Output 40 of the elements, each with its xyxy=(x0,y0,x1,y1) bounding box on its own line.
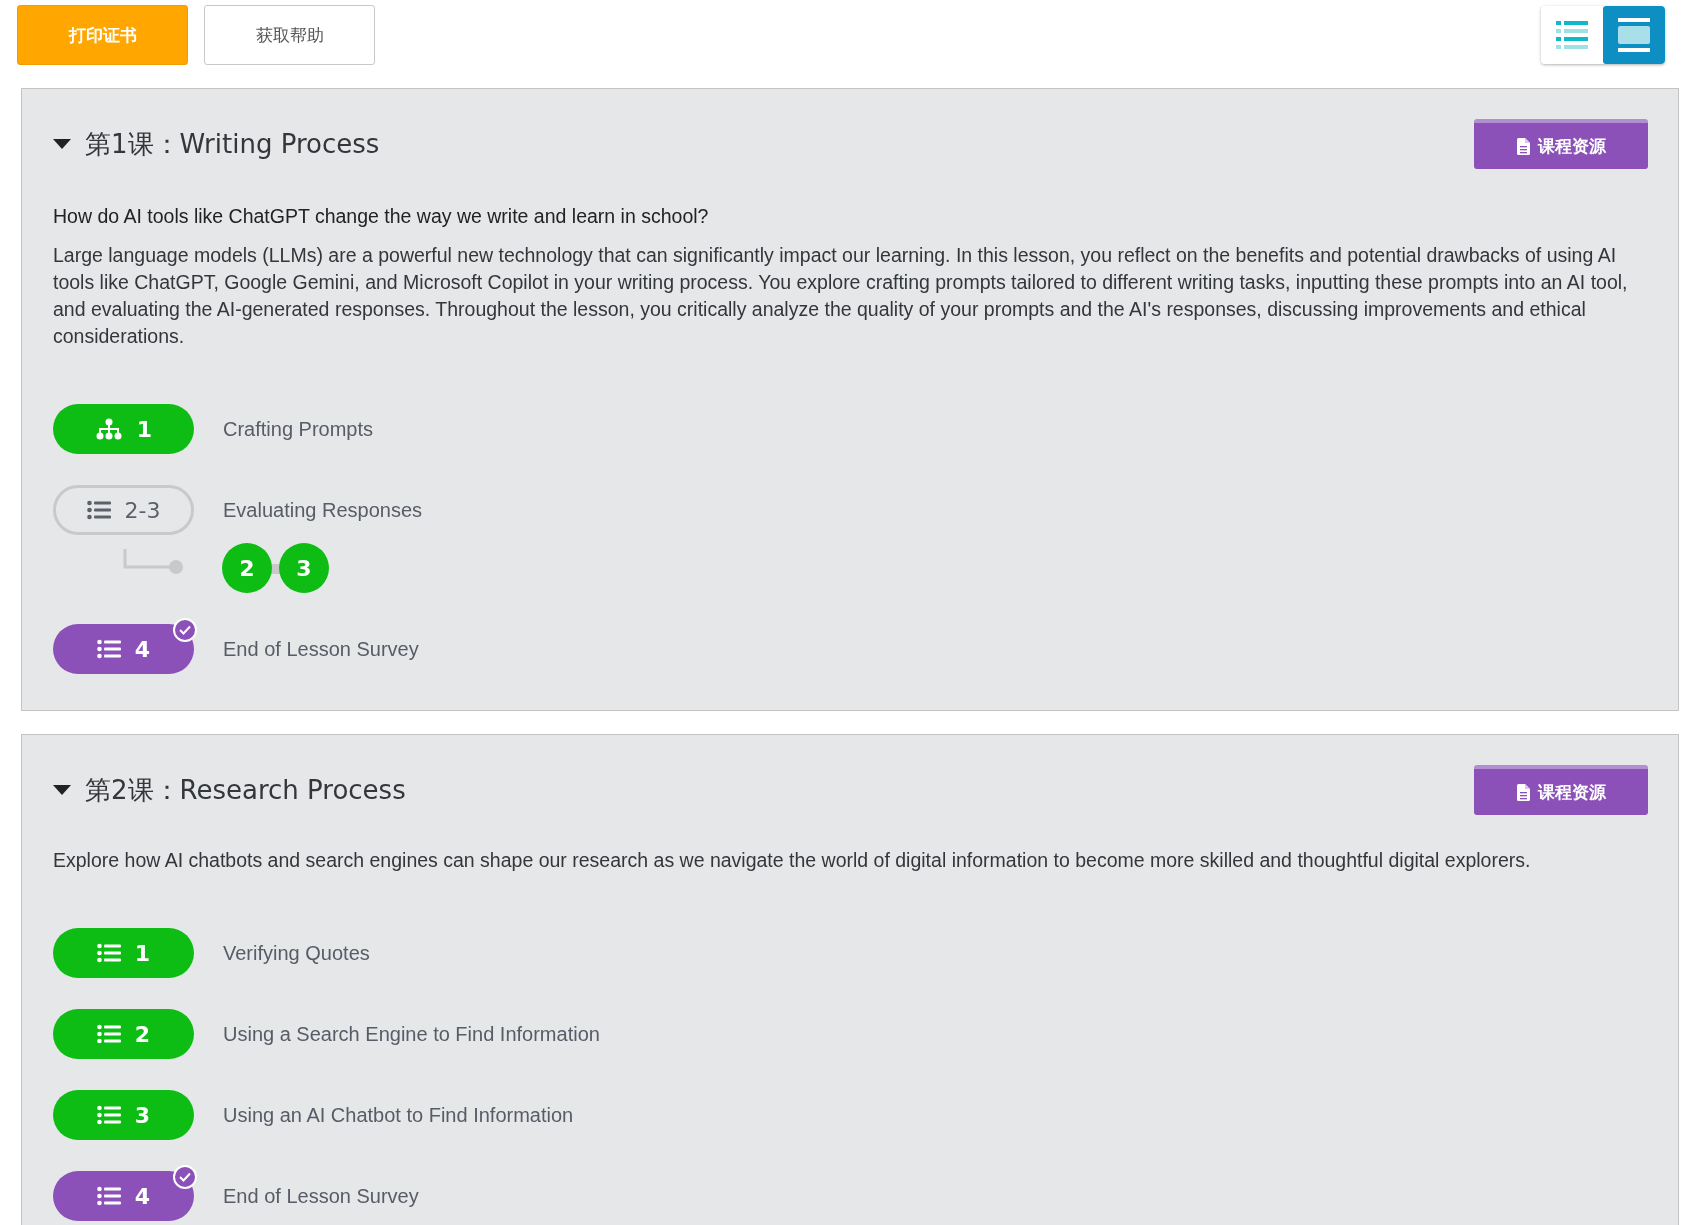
collapse-icon[interactable] xyxy=(53,784,71,796)
document-icon xyxy=(1516,137,1530,155)
connector-line xyxy=(123,549,183,575)
activity-button[interactable]: 4 xyxy=(53,1171,194,1221)
collapse-icon[interactable] xyxy=(53,138,71,150)
activity-button[interactable]: 2 xyxy=(53,1009,194,1059)
print-certificate-button[interactable]: 打印证书 xyxy=(17,5,188,65)
activity-step-button[interactable]: 3 xyxy=(279,543,329,593)
activity-title: End of Lesson Survey xyxy=(223,637,419,661)
lesson-question: How do AI tools like ChatGPT change the way we write and learn in school? xyxy=(53,205,710,228)
lesson-description: Explore how AI chatbots and search engines can shape our research as we navigate the world of digital information to become more skilled and thoughtful digital explorers. xyxy=(53,848,1532,873)
lesson-description: Large language models (LLMs) are a powerful new technology that can significantly impact our learning. In this lesson, you reflect on the benefits and potential drawbacks of using AI tools like ChatGPT, Google Gemini, and Microsoft Copilot in your writing process. You explore crafting prompts tailored to different writing tasks, inputting these prompts into an AI tool, and evaluating the AI-generated responses. Throughout the lesson, you critically analyze the quality of your prompts and the AI's responses, discussing improvements and ethical considerations. xyxy=(53,243,1629,349)
activity-step-button[interactable]: 2 xyxy=(222,543,272,593)
activity-title: End of Lesson Survey xyxy=(223,1184,419,1208)
activity-title: Using an AI Chatbot to Find Information xyxy=(223,1103,574,1127)
activity-button[interactable]: 4 xyxy=(53,624,194,674)
document-icon xyxy=(1516,783,1530,801)
help-button[interactable]: 获取帮助 xyxy=(204,5,375,65)
lesson-title: 第1课：Writing Process xyxy=(85,127,380,161)
list-icon xyxy=(86,500,111,520)
list-icon xyxy=(96,1105,121,1125)
lesson-title: 第2课：Research Process xyxy=(85,773,406,807)
activity-title: Evaluating Responses xyxy=(223,498,422,522)
list-icon xyxy=(1555,18,1589,52)
activity-button[interactable]: 1 xyxy=(53,928,194,978)
list-icon xyxy=(96,1186,121,1206)
course-resources-button[interactable]: 课程资源 xyxy=(1474,765,1648,815)
activity-title: Using a Search Engine to Find Information xyxy=(223,1022,600,1046)
activity-button[interactable]: 1 xyxy=(53,404,194,454)
list-icon xyxy=(96,639,121,659)
course-resources-button[interactable]: 课程资源 xyxy=(1474,119,1648,169)
activity-title: Crafting Prompts xyxy=(223,417,374,441)
activity-title: Verifying Quotes xyxy=(223,941,370,965)
activity-button[interactable]: 2-3 xyxy=(53,485,194,535)
activity-button[interactable]: 3 xyxy=(53,1090,194,1140)
list-icon xyxy=(96,1024,121,1044)
hierarchy-icon xyxy=(94,418,123,440)
list-icon xyxy=(96,943,121,963)
card-view-button[interactable] xyxy=(1603,6,1665,64)
card-view-icon xyxy=(1617,17,1651,53)
